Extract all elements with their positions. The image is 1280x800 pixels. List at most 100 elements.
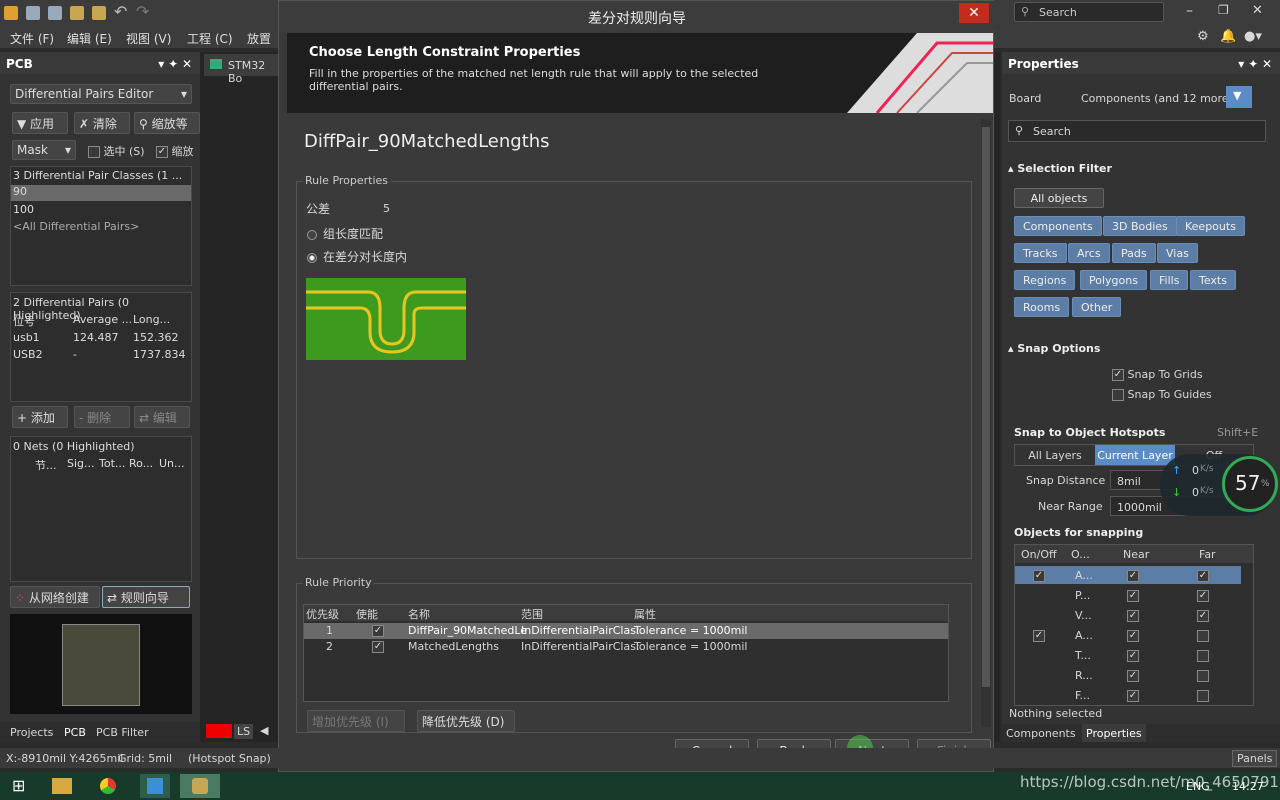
table-cell[interactable]: usb1 bbox=[13, 331, 40, 344]
snap-guides-checkbox[interactable]: Snap To Guides bbox=[1112, 388, 1212, 401]
filter-texts[interactable]: Texts bbox=[1190, 270, 1236, 290]
vertical-scrollbar[interactable] bbox=[981, 119, 991, 727]
list-item[interactable]: 100 bbox=[13, 203, 34, 216]
maximize-icon[interactable]: ❐ bbox=[1218, 3, 1229, 17]
filter-polygons[interactable]: Polygons bbox=[1080, 270, 1147, 290]
zoom-level-button[interactable]: ⚲ 缩放等 bbox=[134, 112, 200, 134]
col-header[interactable]: 位号 bbox=[13, 313, 35, 329]
mode-select[interactable]: Differential Pairs Editor ▾ bbox=[10, 84, 192, 104]
save-icon[interactable] bbox=[26, 6, 40, 20]
decrease-priority-button[interactable]: 降低优先级 (D) bbox=[417, 710, 515, 732]
col-header[interactable]: Tot... bbox=[99, 457, 125, 470]
list-item[interactable]: <All Differential Pairs> bbox=[13, 220, 139, 233]
radio-group-length[interactable]: 组长度匹配 bbox=[307, 225, 383, 242]
clear-button[interactable]: ✗ 清除 bbox=[74, 112, 130, 134]
minimize-icon[interactable]: – bbox=[1186, 3, 1193, 19]
near-checkbox[interactable]: ✓ bbox=[1127, 569, 1139, 582]
table-row[interactable]: 2 ✓ MatchedLengths InDifferentialPairCla… bbox=[304, 639, 948, 655]
tab-properties[interactable]: Properties bbox=[1082, 724, 1146, 742]
near-checkbox[interactable]: ✓ bbox=[1127, 649, 1139, 662]
edit-button[interactable]: ⇄ 编辑 bbox=[134, 406, 190, 428]
table-cell[interactable]: USB2 bbox=[13, 348, 43, 361]
on-checkbox[interactable]: ✓ bbox=[1033, 569, 1045, 582]
filter-3d-bodies[interactable]: 3D Bodies bbox=[1103, 216, 1177, 236]
scroll-left-icon[interactable]: ◀ bbox=[260, 724, 268, 737]
near-checkbox[interactable]: ✓ bbox=[1127, 609, 1139, 622]
tab-components[interactable]: Components bbox=[1006, 727, 1076, 740]
radio-within-pair[interactable]: 在差分对长度内 bbox=[307, 248, 407, 265]
on-checkbox[interactable]: ✓ bbox=[1033, 629, 1045, 642]
far-checkbox[interactable] bbox=[1197, 629, 1209, 642]
filter-tracks[interactable]: Tracks bbox=[1014, 243, 1067, 263]
filter-other[interactable]: Other bbox=[1072, 297, 1122, 317]
chrome-icon[interactable] bbox=[100, 778, 116, 794]
windows-start-icon[interactable]: ⊞ bbox=[12, 776, 25, 795]
far-checkbox[interactable]: ✓ bbox=[1197, 589, 1209, 602]
global-search[interactable]: ⚲ Search bbox=[1014, 2, 1164, 22]
tab-pcb[interactable]: PCB bbox=[64, 726, 86, 739]
col-header[interactable]: Sig... bbox=[67, 457, 95, 470]
rule-wizard-button[interactable]: ⇄ 规则向导 bbox=[102, 586, 190, 608]
tab-projects[interactable]: Projects bbox=[10, 726, 53, 739]
col-header[interactable]: 节... bbox=[35, 457, 57, 473]
system-monitor-widget[interactable]: ↑ 0 K/s ↓ 0 K/s 57 % bbox=[1160, 454, 1278, 516]
col-header[interactable]: 使能 bbox=[356, 606, 378, 622]
mask-select[interactable]: Mask ▾ bbox=[12, 140, 76, 160]
far-checkbox[interactable]: ✓ bbox=[1197, 609, 1209, 622]
clock[interactable]: 14:27 bbox=[1232, 780, 1264, 793]
col-header[interactable]: Near bbox=[1123, 548, 1149, 561]
near-checkbox[interactable]: ✓ bbox=[1127, 589, 1139, 602]
altium-taskbar-icon[interactable] bbox=[180, 774, 220, 798]
enabled-checkbox[interactable]: ✓ bbox=[372, 624, 384, 637]
doc-tab[interactable]: STM32 Bo bbox=[204, 54, 278, 85]
file-explorer-icon[interactable] bbox=[52, 778, 72, 794]
col-header[interactable]: Un... bbox=[159, 457, 185, 470]
properties-search[interactable]: ⚲ Search bbox=[1008, 120, 1266, 142]
col-header[interactable]: 优先级 bbox=[306, 606, 339, 622]
apply-button[interactable]: ▼ 应用 bbox=[12, 112, 68, 134]
menu-view[interactable]: 视图 (V) bbox=[126, 30, 171, 47]
bell-icon[interactable]: 🔔 bbox=[1220, 29, 1236, 44]
dialog-close-button[interactable]: ✕ bbox=[959, 3, 989, 23]
current-layer-option[interactable]: Current Layer bbox=[1095, 445, 1175, 465]
menu-place[interactable]: 放置 bbox=[247, 30, 271, 47]
filter-icon[interactable]: ▼ bbox=[1226, 86, 1252, 108]
menu-file[interactable]: 文件 (F) bbox=[10, 30, 54, 47]
zoom-checkbox[interactable]: ✓ 缩放 bbox=[156, 143, 194, 159]
far-checkbox[interactable] bbox=[1197, 669, 1209, 682]
filter-rooms[interactable]: Rooms bbox=[1014, 297, 1070, 317]
save-all-icon[interactable] bbox=[48, 6, 62, 20]
gear-icon[interactable]: ⚙ bbox=[1197, 29, 1209, 44]
layer-set-button[interactable]: LS bbox=[234, 724, 254, 739]
redo-icon[interactable]: ↷ bbox=[136, 2, 149, 21]
far-checkbox[interactable] bbox=[1197, 649, 1209, 662]
filter-pads[interactable]: Pads bbox=[1112, 243, 1156, 263]
close-icon[interactable]: ✕ bbox=[1252, 3, 1263, 18]
filter-components[interactable]: Components bbox=[1014, 216, 1102, 236]
selection-filter-header[interactable]: ▴ Selection Filter bbox=[1008, 162, 1112, 175]
near-checkbox[interactable]: ✓ bbox=[1127, 669, 1139, 682]
add-button[interactable]: + 添加 bbox=[12, 406, 68, 428]
col-header[interactable]: On/Off bbox=[1021, 548, 1057, 561]
user-icon[interactable]: ●▾ bbox=[1244, 29, 1262, 44]
delete-button[interactable]: - 删除 bbox=[74, 406, 130, 428]
snap-grids-checkbox[interactable]: ✓ Snap To Grids bbox=[1112, 368, 1203, 381]
language-indicator[interactable]: ENG bbox=[1186, 780, 1210, 793]
increase-priority-button[interactable]: 增加优先级 (I) bbox=[307, 710, 405, 732]
col-header[interactable]: 范围 bbox=[521, 606, 543, 622]
create-from-net-button[interactable]: ⁘ 从网络创建 bbox=[10, 586, 100, 608]
undo-icon[interactable]: ↶ bbox=[114, 2, 127, 21]
board-minimap[interactable] bbox=[10, 614, 192, 714]
enabled-checkbox[interactable]: ✓ bbox=[372, 640, 384, 653]
col-header[interactable]: O... bbox=[1071, 548, 1090, 561]
all-objects-button[interactable]: All objects bbox=[1014, 188, 1104, 208]
table-row[interactable]: 1 ✓ DiffPair_90MatchedLe InDifferentialP… bbox=[304, 623, 948, 639]
near-checkbox[interactable]: ✓ bbox=[1127, 629, 1139, 642]
col-header[interactable]: 属性 bbox=[634, 606, 656, 622]
scrollbar-thumb[interactable] bbox=[982, 127, 990, 687]
col-header[interactable]: Ro... bbox=[129, 457, 153, 470]
list-item-selected[interactable]: 90 bbox=[11, 185, 191, 201]
select-checkbox[interactable]: 选中 (S) bbox=[88, 143, 145, 159]
col-header[interactable]: Long... bbox=[133, 313, 170, 326]
app-window-icon[interactable] bbox=[140, 774, 170, 798]
